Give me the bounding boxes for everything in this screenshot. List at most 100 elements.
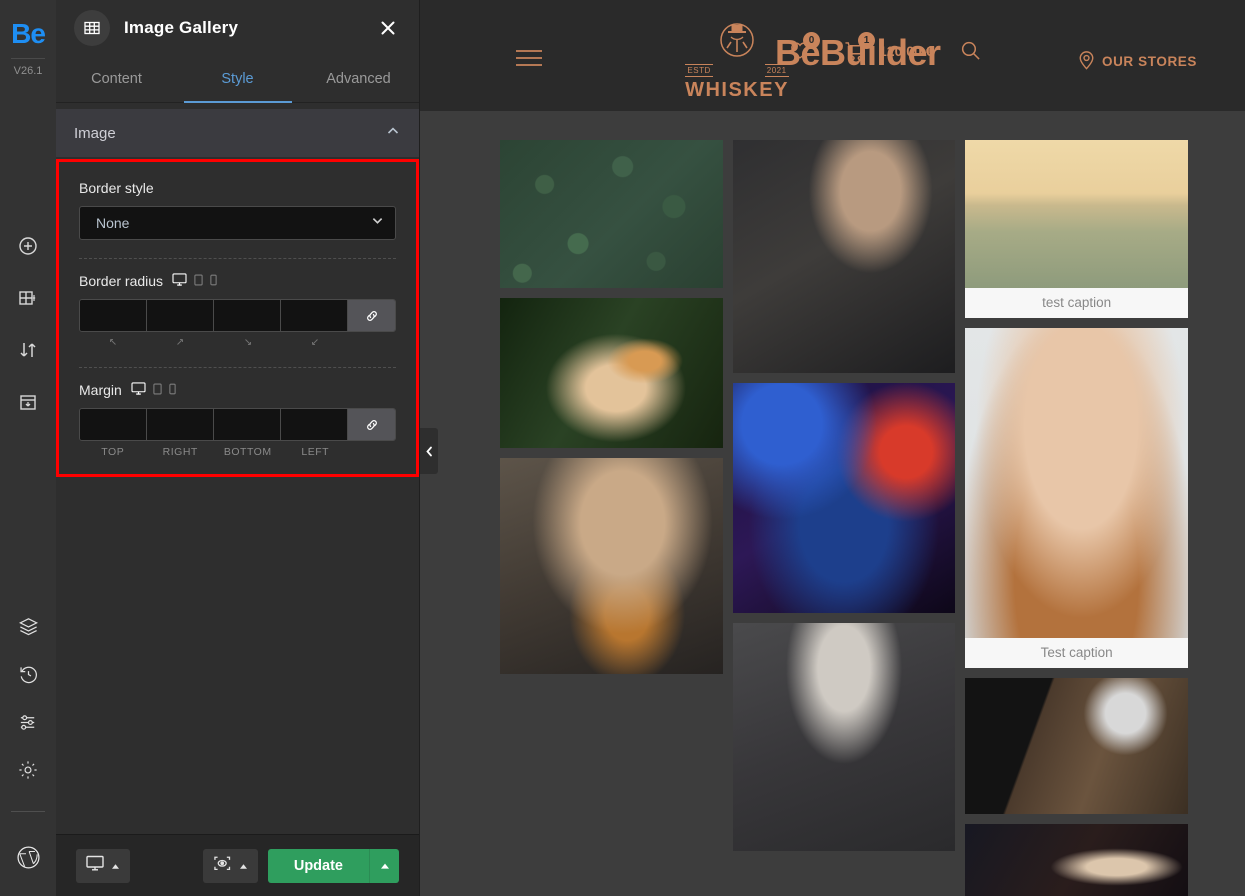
border-radius-top-right-input[interactable]	[147, 300, 214, 331]
border-radius-label-row: Border radius	[79, 273, 396, 289]
update-options-caret-up-icon[interactable]	[369, 848, 399, 883]
margin-side-labels: TOP RIGHT BOTTOM LEFT	[79, 446, 396, 458]
margin-right-input[interactable]	[147, 409, 214, 440]
preview-eye-icon	[213, 855, 232, 877]
gallery-image-drink[interactable]	[500, 458, 723, 674]
layers-icon[interactable]	[8, 609, 48, 643]
add-element-icon[interactable]	[8, 229, 48, 263]
gallery-image-smoke[interactable]	[965, 824, 1188, 896]
bebuilder-logo[interactable]: Be	[0, 12, 56, 56]
gallery-item[interactable]	[500, 140, 723, 288]
section-image-header[interactable]: Image	[56, 109, 419, 157]
caret-up-icon	[239, 857, 248, 875]
widget-settings-panel: Image Gallery Content Style Advanced Ima…	[56, 0, 420, 896]
rail-bottom-group	[8, 609, 48, 896]
margin-bottom-input[interactable]	[214, 409, 281, 440]
border-radius-label: Border radius	[79, 273, 164, 289]
gallery-item[interactable]: Test caption	[965, 328, 1188, 668]
update-button-group: Update	[267, 848, 399, 883]
margin-device-switch	[131, 382, 176, 398]
location-pin-icon	[1078, 50, 1095, 73]
panel-title: Image Gallery	[124, 17, 239, 37]
responsive-mode-button[interactable]	[76, 848, 130, 883]
divider-border-radius	[79, 258, 396, 259]
global-settings-icon[interactable]	[8, 705, 48, 739]
update-button[interactable]: Update	[267, 848, 369, 883]
image-gallery-grid: test caption Test caption	[500, 140, 1188, 896]
hamburger-icon[interactable]	[515, 48, 543, 73]
margin-label-right: RIGHT	[162, 446, 198, 458]
desktop-icon	[86, 855, 104, 876]
gallery-image-suitman[interactable]	[732, 140, 956, 373]
version-label: V26.1	[11, 58, 45, 77]
panel-collapse-handle[interactable]	[420, 428, 438, 474]
gallery-image-cigar[interactable]	[965, 678, 1188, 814]
margin-label: Margin	[79, 382, 122, 398]
tab-content[interactable]: Content	[56, 55, 177, 102]
search-icon[interactable]	[960, 40, 981, 61]
reorder-icon[interactable]	[8, 333, 48, 367]
gallery-item[interactable]	[732, 623, 956, 851]
mobile-icon[interactable]	[210, 273, 217, 289]
gallery-image-leaves[interactable]	[500, 140, 723, 288]
gallery-image-beard[interactable]	[732, 623, 956, 851]
section-image-title: Image	[74, 124, 116, 142]
tablet-icon[interactable]	[194, 273, 203, 289]
panel-footer: Update	[56, 834, 419, 896]
border-style-select[interactable]: None	[79, 206, 396, 240]
gallery-image-woman[interactable]	[965, 328, 1188, 638]
our-stores-link[interactable]: OUR STORES	[1078, 50, 1197, 73]
image-style-group-highlight: Border style None Border radius Margin T…	[56, 159, 419, 477]
panel-body: Image Border style None Border radius Ma…	[56, 103, 419, 834]
corner-bottom-right-icon	[214, 335, 282, 349]
corner-bottom-left-icon	[282, 335, 350, 349]
chevron-down-icon	[370, 213, 385, 233]
wordpress-icon[interactable]	[8, 840, 48, 874]
import-template-icon[interactable]	[8, 385, 48, 419]
gallery-item[interactable]	[732, 140, 956, 373]
border-style-value: None	[96, 215, 130, 231]
page-settings-icon[interactable]	[8, 753, 48, 787]
preview-button[interactable]	[202, 848, 258, 883]
margin-link-icon[interactable]	[348, 409, 395, 440]
margin-top-input[interactable]	[80, 409, 147, 440]
border-radius-bottom-left-input[interactable]	[281, 300, 348, 331]
desktop-icon[interactable]	[131, 382, 146, 398]
panel-header: Image Gallery	[56, 0, 419, 55]
our-stores-label: OUR STORES	[1101, 54, 1197, 69]
site-header: ESTD 2021 WHISKEY 0 1 120,00 € BeBuilder…	[420, 0, 1245, 111]
add-section-icon[interactable]	[8, 281, 48, 315]
logo-wordmark: WHISKEY	[685, 79, 789, 101]
tab-advanced[interactable]: Advanced	[298, 55, 419, 102]
history-icon[interactable]	[8, 657, 48, 691]
border-radius-link-icon[interactable]	[348, 300, 395, 331]
margin-left-input[interactable]	[281, 409, 348, 440]
close-icon[interactable]	[373, 13, 403, 43]
gallery-item[interactable]	[500, 298, 723, 448]
gallery-image-pour[interactable]	[500, 298, 723, 448]
gallery-item[interactable]: test caption	[965, 140, 1188, 318]
gallery-caption: Test caption	[965, 638, 1188, 668]
gallery-image-pier[interactable]	[965, 140, 1188, 288]
brand-overlay-text: BeBuilder	[775, 32, 941, 73]
chevron-up-icon	[385, 123, 401, 144]
gallery-item[interactable]	[732, 383, 956, 613]
gallery-item[interactable]	[965, 824, 1188, 896]
divider-margin	[79, 367, 396, 368]
mobile-icon[interactable]	[169, 382, 176, 398]
gallery-item[interactable]	[965, 678, 1188, 814]
gallery-item[interactable]	[500, 458, 723, 674]
panel-tabs: Content Style Advanced	[56, 55, 419, 103]
gallery-image-dancer[interactable]	[732, 383, 956, 613]
border-radius-corner-indicators	[79, 335, 396, 349]
caret-up-icon	[111, 857, 120, 875]
bebuilder-editor: Be V26.1 Image Gallery Content Style Adv…	[0, 0, 1245, 896]
corner-top-right-icon	[147, 335, 215, 349]
left-icon-rail: Be V26.1	[0, 0, 56, 896]
tablet-icon[interactable]	[153, 382, 162, 398]
desktop-icon[interactable]	[172, 273, 187, 289]
border-radius-top-left-input[interactable]	[80, 300, 147, 331]
tab-style[interactable]: Style	[177, 55, 298, 102]
border-radius-inputs	[79, 299, 396, 332]
border-radius-bottom-right-input[interactable]	[214, 300, 281, 331]
